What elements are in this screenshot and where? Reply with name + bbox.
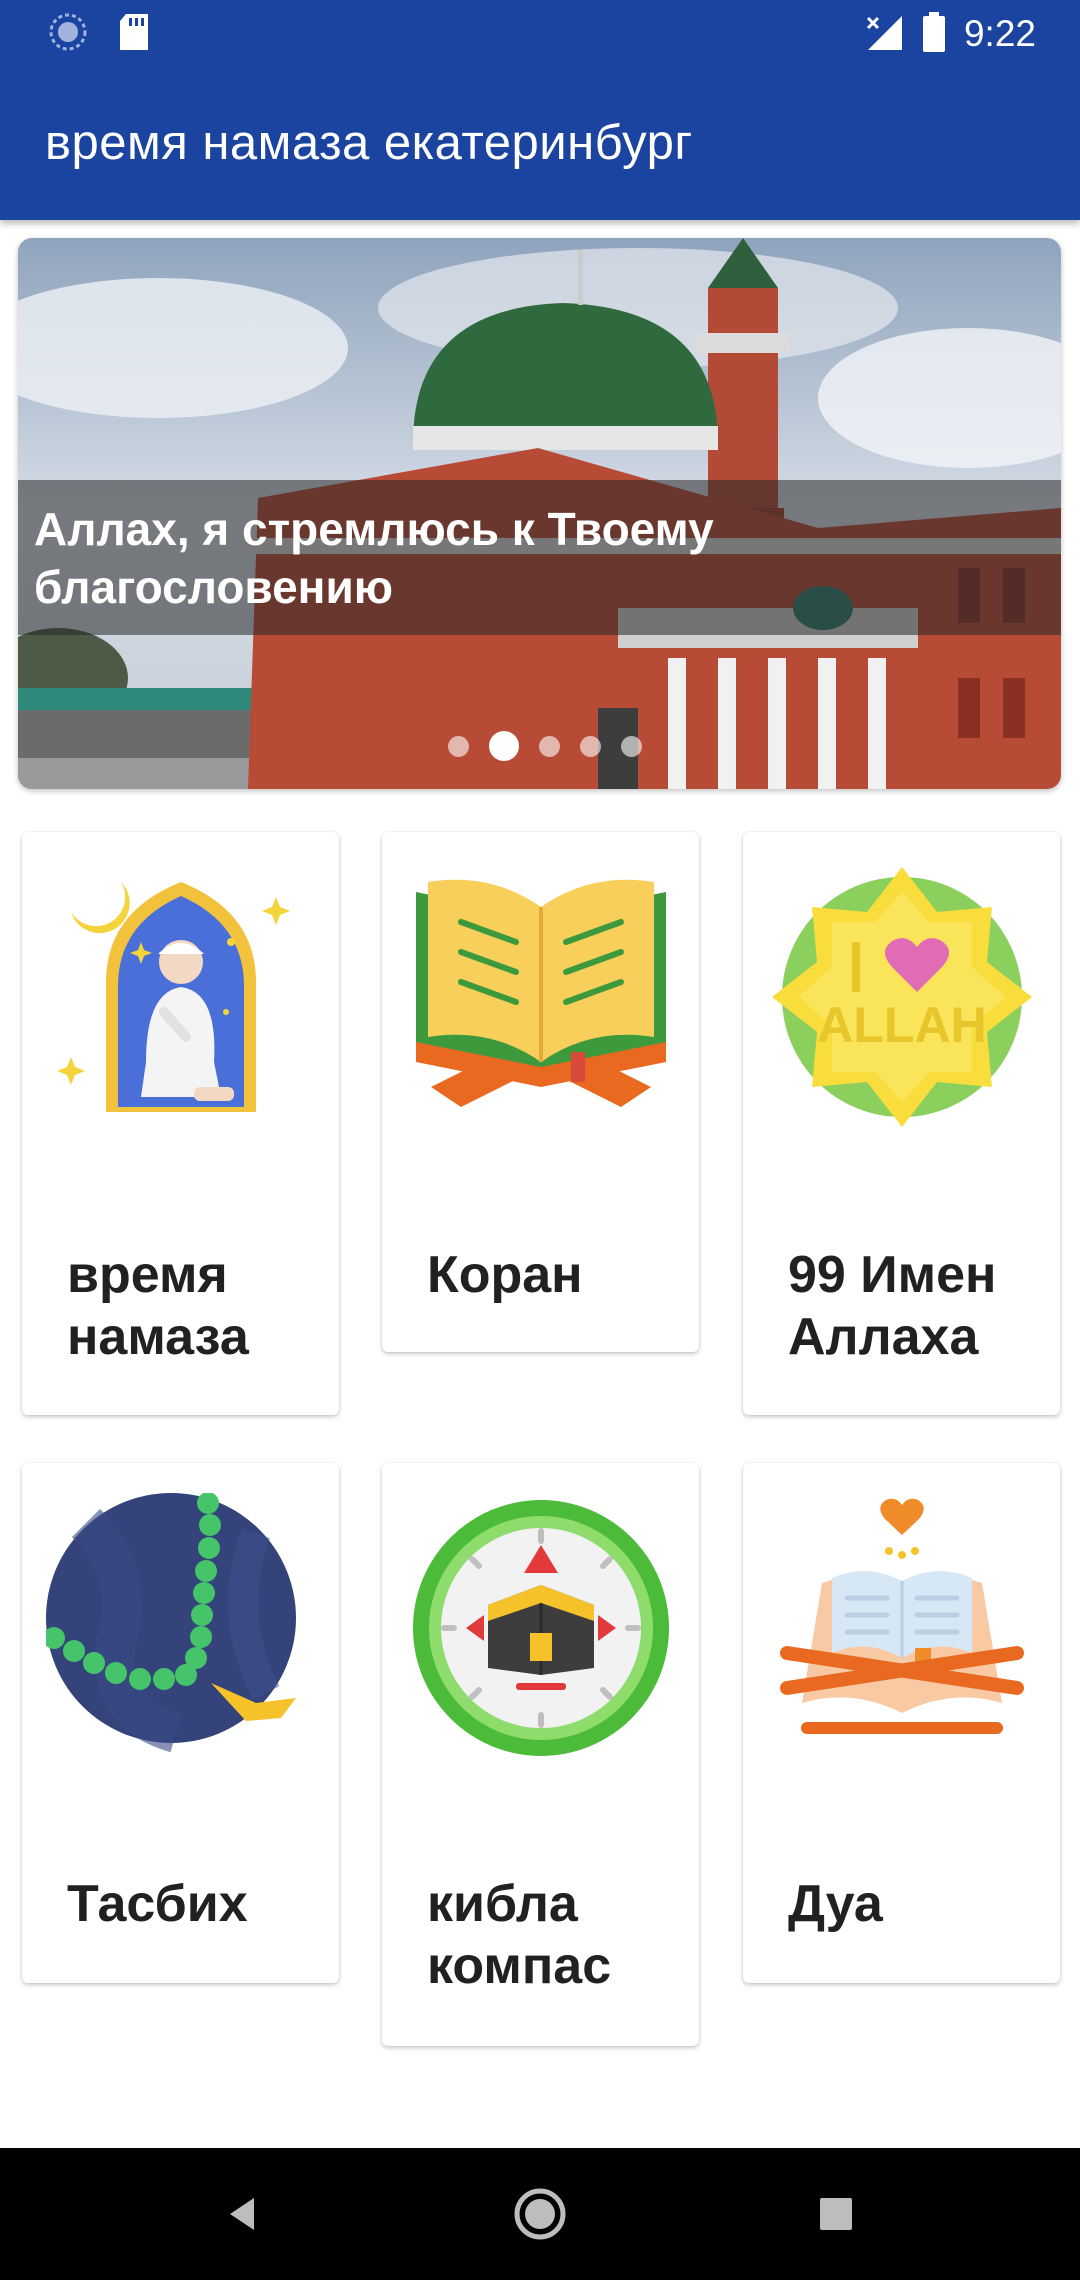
qibla-compass-card[interactable]: кибла компас bbox=[382, 1463, 699, 2046]
quran-card[interactable]: Коран bbox=[382, 832, 699, 1352]
tasbih-icon bbox=[22, 1463, 339, 1793]
svg-text:ALLAH: ALLAH bbox=[817, 997, 986, 1053]
card-label: 99 Имен Аллаха bbox=[788, 1246, 997, 1366]
status-bar: 9:22 bbox=[0, 0, 1080, 67]
carousel-indicator bbox=[448, 731, 642, 761]
carousel-dot[interactable] bbox=[448, 735, 469, 757]
qibla-compass-icon bbox=[382, 1463, 699, 1793]
navigation-bar bbox=[0, 2148, 1080, 2280]
dua-icon bbox=[743, 1463, 1060, 1793]
prayer-icon bbox=[22, 832, 339, 1162]
card-label: кибла компас bbox=[427, 1875, 612, 1995]
prayer-times-card[interactable]: время намаза bbox=[22, 832, 339, 1415]
carousel-dot[interactable] bbox=[580, 735, 601, 757]
carousel-dot[interactable] bbox=[621, 735, 642, 757]
page-title: время намаза екатеринбург bbox=[45, 116, 693, 170]
card-label: Тасбих bbox=[67, 1875, 248, 1933]
back-icon[interactable] bbox=[162, 2148, 322, 2280]
recents-icon[interactable] bbox=[756, 2148, 916, 2280]
clock: 9:22 bbox=[963, 13, 1036, 54]
allah-names-card[interactable]: ALLAH 99 Имен Аллаха bbox=[743, 832, 1060, 1415]
banner-caption: Аллах, я стремлюсь к Твоему благословени… bbox=[34, 503, 714, 613]
signal-icon bbox=[864, 12, 904, 57]
carousel-dot[interactable] bbox=[539, 735, 560, 757]
card-label: Дуа bbox=[788, 1875, 883, 1933]
battery-icon bbox=[922, 11, 946, 57]
sync-icon bbox=[48, 12, 88, 57]
card-label: время намаза bbox=[67, 1246, 249, 1366]
quran-icon bbox=[382, 832, 699, 1162]
dua-card[interactable]: Дуа bbox=[743, 1463, 1060, 1983]
sd-card-icon bbox=[118, 12, 150, 57]
app-bar: время намаза екатеринбург bbox=[0, 67, 1080, 220]
card-label: Коран bbox=[427, 1246, 583, 1304]
allah-names-icon: ALLAH bbox=[743, 832, 1060, 1162]
home-icon[interactable] bbox=[460, 2148, 620, 2280]
tasbih-card[interactable]: Тасбих bbox=[22, 1463, 339, 1983]
banner-carousel[interactable]: Аллах, я стремлюсь к Твоему благословени… bbox=[18, 238, 1061, 789]
carousel-dot-active[interactable] bbox=[489, 731, 519, 761]
